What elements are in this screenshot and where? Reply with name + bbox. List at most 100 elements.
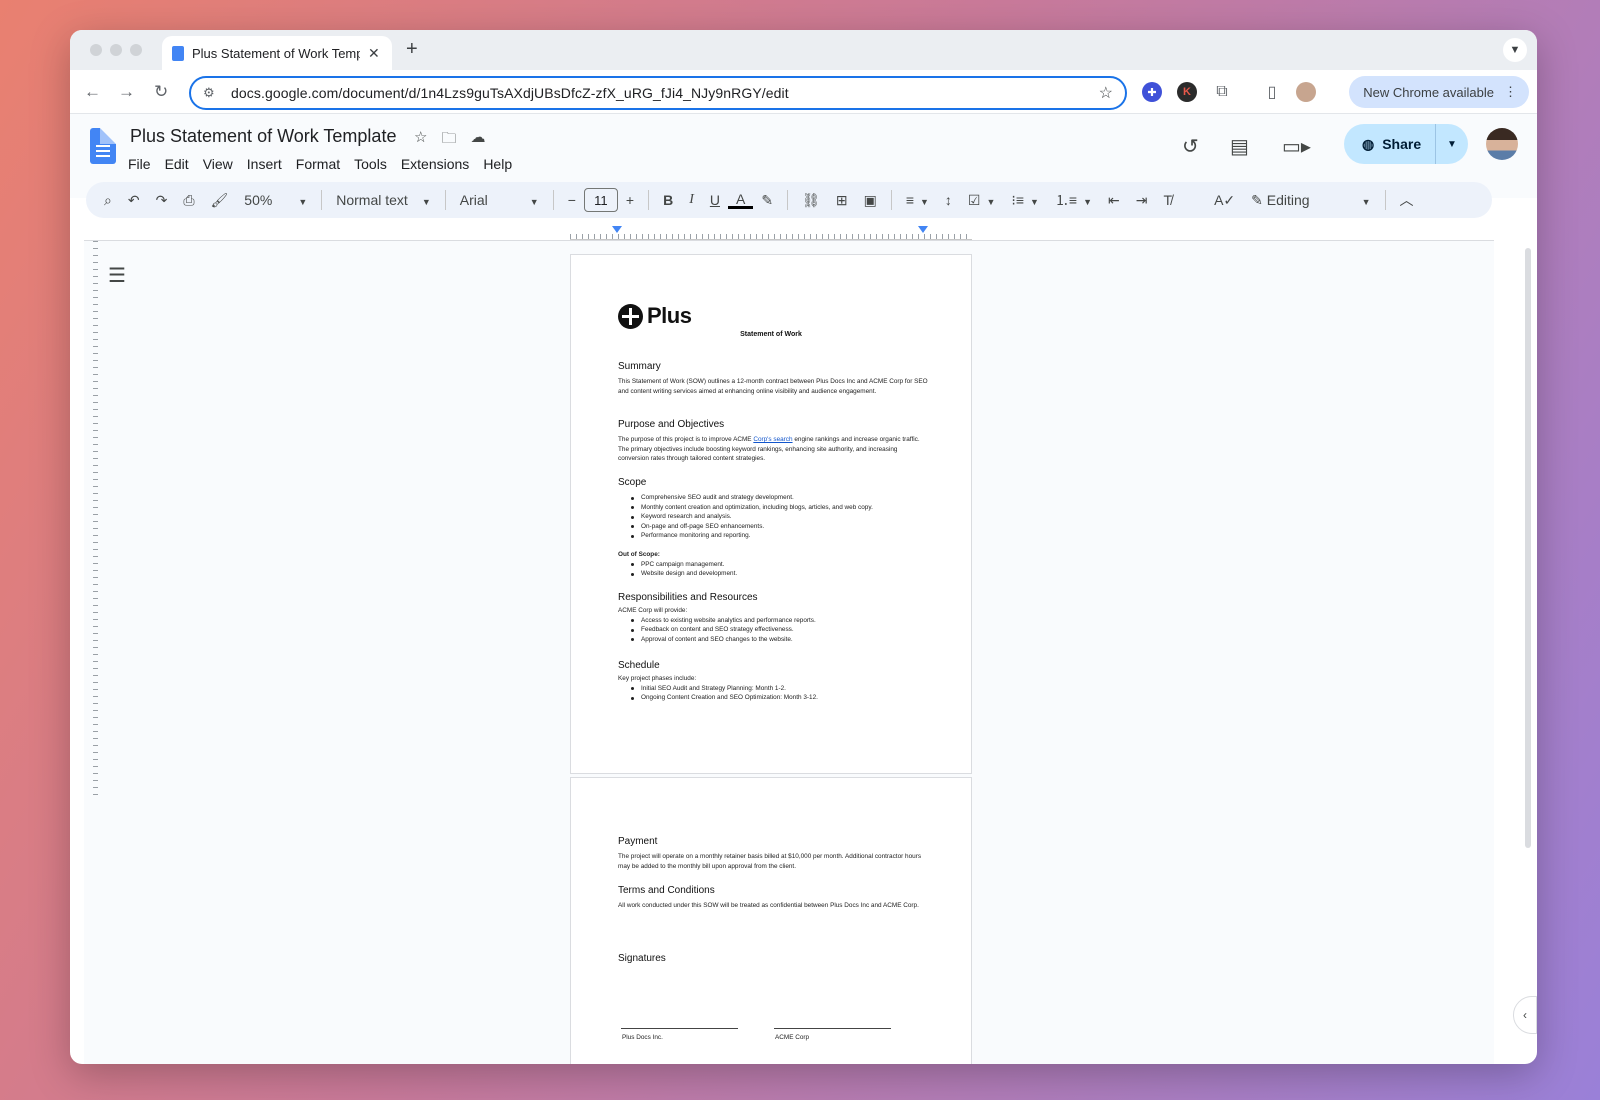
redo-icon[interactable]: ↷ (148, 192, 176, 209)
hide-menus-chevron-up-icon[interactable]: ︿ (1392, 190, 1422, 210)
profile-avatar[interactable] (1296, 82, 1316, 102)
site-info-icon[interactable]: ⚙ (203, 85, 225, 101)
comments-icon[interactable]: ▤ (1230, 134, 1249, 159)
document-title[interactable]: Plus Statement of Work Template (130, 126, 396, 147)
chevron-down-icon: ▼ (1361, 196, 1371, 207)
vertical-ruler[interactable] (84, 241, 98, 801)
line-spacing-icon[interactable]: ↕ (937, 192, 960, 208)
text-color-icon[interactable]: A (727, 192, 754, 209)
underline-icon[interactable]: U (702, 192, 728, 208)
menu-help[interactable]: Help (477, 154, 518, 174)
bookmark-star-icon[interactable]: ☆ (1099, 83, 1113, 103)
side-panel-chevron-left-icon[interactable]: ‹ (1513, 996, 1537, 1034)
increase-font-size-icon[interactable]: + (618, 192, 642, 208)
undo-icon[interactable]: ↶ (120, 192, 148, 209)
move-folder-icon[interactable]: 🗀 (441, 128, 456, 153)
clear-formatting-icon[interactable]: T̸ (1156, 192, 1181, 208)
font-size-input[interactable]: 11 (583, 188, 618, 212)
increase-indent-icon[interactable]: ⇥ (1128, 192, 1156, 209)
divider (321, 190, 323, 210)
menu-file[interactable]: File (122, 154, 157, 174)
spellcheck-icon[interactable]: A✓ (1206, 192, 1243, 209)
plus-logo-icon (618, 303, 643, 329)
minimize-window-button[interactable] (110, 44, 122, 56)
editing-mode-select[interactable]: ✎ Editing ▼ (1243, 192, 1378, 209)
purpose-text-part: The purpose of this project is to improv… (618, 436, 754, 443)
print-icon[interactable]: ⎙ (175, 192, 202, 209)
new-tab-button[interactable]: + (406, 38, 418, 61)
zoom-select[interactable]: 50% ▼ (236, 192, 315, 208)
add-comment-icon[interactable]: ⊞ (828, 192, 856, 209)
font-select[interactable]: Arial ▼ (452, 192, 547, 208)
menu-extensions[interactable]: Extensions (395, 154, 475, 174)
url-text[interactable]: docs.google.com/document/d/1n4Lzs9guTsAX… (225, 85, 1099, 101)
close-window-button[interactable] (90, 44, 102, 56)
paint-format-icon[interactable]: 🖌 (203, 192, 237, 209)
list-item: Keyword research and analysis. (618, 512, 928, 522)
reload-icon[interactable]: ↻ (154, 82, 168, 102)
menu-insert[interactable]: Insert (241, 154, 288, 174)
summary-text: This Statement of Work (SOW) outlines a … (618, 378, 928, 395)
bulleted-list-icon[interactable]: ⁝≡ ▼ (1003, 192, 1047, 209)
search-menus-icon[interactable]: ⌕ (96, 192, 120, 209)
extensions-puzzle-icon[interactable]: ⧉ (1212, 82, 1232, 102)
menu-edit[interactable]: Edit (159, 154, 195, 174)
menu-view[interactable]: View (197, 154, 239, 174)
menu-tools[interactable]: Tools (348, 154, 393, 174)
vertical-scrollbar[interactable] (1525, 248, 1531, 848)
right-indent-marker[interactable] (918, 226, 928, 233)
k-extension-icon[interactable]: K (1177, 82, 1197, 102)
document-page-1[interactable]: Plus Statement of Work Summary This Stat… (570, 254, 972, 774)
terms-section: Terms and Conditions All work conducted … (618, 885, 928, 911)
decrease-indent-icon[interactable]: ⇤ (1100, 192, 1128, 209)
signature-line-right (774, 1028, 891, 1029)
star-icon[interactable]: ☆ (414, 128, 427, 153)
divider (787, 190, 789, 210)
style-select[interactable]: Normal text ▼ (328, 192, 439, 208)
insert-image-icon[interactable]: ▣ (856, 192, 885, 209)
side-panel-icon[interactable]: ▯ (1262, 82, 1282, 102)
docs-home-icon[interactable] (90, 128, 116, 164)
document-page-2[interactable]: Payment The project will operate on a mo… (570, 777, 972, 1064)
list-item: Approval of content and SEO changes to t… (618, 635, 928, 645)
plus-extension-icon[interactable]: ✚ (1142, 82, 1162, 102)
account-avatar[interactable] (1486, 128, 1518, 160)
menu-format[interactable]: Format (290, 154, 346, 174)
divider (648, 190, 650, 210)
tab-close-icon[interactable]: ✕ (368, 45, 380, 62)
schedule-intro: Key project phases include: (618, 675, 697, 682)
share-main[interactable]: ◍ Share (1344, 124, 1436, 164)
browser-tab-active[interactable]: Plus Statement of Work Temp ✕ (162, 36, 392, 70)
highlight-icon[interactable]: ✎ (753, 192, 781, 209)
decrease-font-size-icon[interactable]: − (560, 192, 584, 208)
meet-camera-icon[interactable]: ▭▸ (1282, 134, 1311, 159)
list-item: Access to existing website analytics and… (618, 616, 928, 626)
align-icon[interactable]: ≡ ▼ (898, 192, 937, 208)
share-button[interactable]: ◍ Share ▼ (1344, 124, 1468, 164)
tab-search-chevron-icon[interactable]: ▼ (1503, 38, 1527, 62)
list-item: Ongoing Content Creation and SEO Optimiz… (618, 693, 928, 703)
numbered-list-icon[interactable]: ⒈≡ ▼ (1047, 190, 1100, 210)
address-bar[interactable]: ⚙ docs.google.com/document/d/1n4Lzs9guTs… (189, 76, 1127, 110)
left-indent-marker[interactable] (612, 226, 622, 233)
zoom-window-button[interactable] (130, 44, 142, 56)
italic-icon[interactable]: I (681, 192, 702, 208)
style-value: Normal text (336, 192, 408, 208)
more-vert-icon[interactable]: ⋮ (1504, 84, 1517, 100)
cloud-saved-icon[interactable]: ☁ (470, 128, 485, 153)
docs-toolbar: ⌕ ↶ ↷ ⎙ 🖌 50% ▼ Normal text ▼ Arial ▼ − 11 … (86, 182, 1492, 218)
bold-icon[interactable]: B (655, 192, 681, 208)
forward-arrow-icon[interactable]: → (118, 82, 135, 102)
insert-link-icon[interactable]: ⛓ (794, 192, 828, 209)
pencil-icon: ✎ (1251, 191, 1263, 208)
horizontal-ruler[interactable] (570, 226, 972, 240)
purpose-section: Purpose and Objectives The purpose of th… (618, 419, 928, 464)
version-history-icon[interactable]: ↺ (1182, 134, 1199, 159)
checklist-icon[interactable]: ☑ ▼ (960, 192, 1003, 209)
purpose-link[interactable]: Corp's search (753, 436, 792, 443)
document-outline-icon[interactable]: ☰ (108, 263, 126, 288)
list-item: On-page and off-page SEO enhancements. (618, 522, 928, 532)
share-dropdown-icon[interactable]: ▼ (1436, 139, 1468, 150)
new-chrome-available-button[interactable]: New Chrome available ⋮ (1349, 76, 1529, 108)
back-arrow-icon[interactable]: ← (84, 82, 101, 102)
